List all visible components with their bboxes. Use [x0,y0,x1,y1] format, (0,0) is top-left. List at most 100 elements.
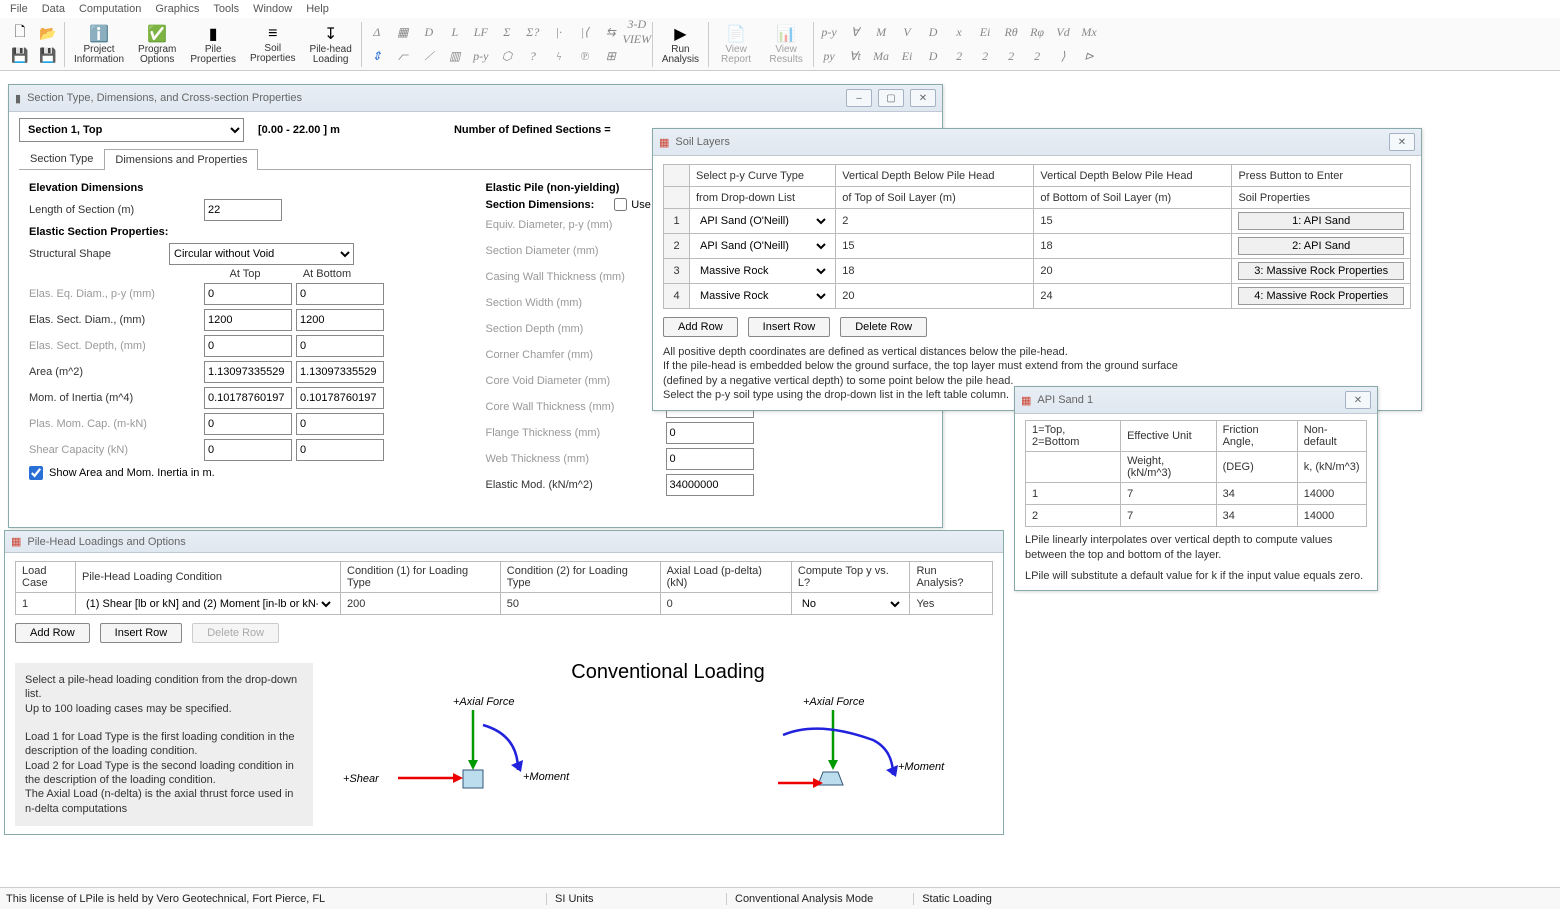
phl-add-row-button[interactable]: Add Row [15,623,90,643]
left-row-6-bot[interactable] [296,439,384,461]
soil-type-select-3[interactable]: Massive Rock [696,289,829,303]
soil-insert-row-button[interactable]: Insert Row [748,317,831,337]
tb-mid-2[interactable]: D [416,20,442,44]
soil-row-0[interactable]: 1 API Sand (O'Neill) 2 15 1: API Sand [664,209,1411,234]
tb-r2-0[interactable]: py [816,44,842,68]
api-row-1[interactable]: 27 3414000 [1026,505,1367,527]
soil-bot-3[interactable]: 24 [1034,284,1232,309]
menu-computation[interactable]: Computation [79,3,141,15]
soil-bot-2[interactable]: 20 [1034,259,1232,284]
minimize-button[interactable]: – [846,89,872,107]
tb-mid-0[interactable]: Δ [364,20,390,44]
tb-mid-4[interactable]: LF [468,20,494,44]
toolbar-big-4[interactable]: ↧ Pile-headLoading [303,20,359,68]
menu-help[interactable]: Help [306,3,329,15]
left-row-0-top[interactable] [204,283,292,305]
graph-icon-8[interactable]: ℗ [572,44,598,68]
menu-file[interactable]: File [10,3,28,15]
show-area-checkbox[interactable] [29,466,43,480]
tb-r1-0[interactable]: p-y [816,20,842,44]
tb-r1-9[interactable]: Vd [1050,20,1076,44]
left-row-4-top[interactable] [204,387,292,409]
api-row-0[interactable]: 17 3414000 [1026,483,1367,505]
phl-delete-row-button[interactable]: Delete Row [192,623,279,643]
tb-r1-2[interactable]: M [868,20,894,44]
left-row-3-top[interactable] [204,361,292,383]
open-file-icon[interactable]: 📂 [38,23,58,43]
toolbar-big-3[interactable]: ≡ SoilProperties [243,20,303,68]
tb-r1-3[interactable]: V [894,20,920,44]
tb-r2-6[interactable]: 2 [972,44,998,68]
close-button[interactable]: ✕ [1389,133,1415,151]
soil-top-1[interactable]: 15 [836,234,1034,259]
soil-type-select-0[interactable]: API Sand (O'Neill) [696,214,829,228]
tb-mid-3[interactable]: L [442,20,468,44]
tb-r1-4[interactable]: D [920,20,946,44]
soil-props-btn-0[interactable]: 1: API Sand [1238,212,1404,230]
right-row-8-value[interactable] [666,422,754,444]
toolbar-big-1[interactable]: ✅ ProgramOptions [131,20,183,68]
left-row-1-top[interactable] [204,309,292,331]
soil-props-btn-3[interactable]: 4: Massive Rock Properties [1238,287,1404,305]
tb-r2-1[interactable]: ∀t [842,44,868,68]
tb-mid-5[interactable]: Σ [494,20,520,44]
soil-top-0[interactable]: 2 [836,209,1034,234]
tb-mid-8[interactable]: |⟨ [572,20,598,44]
soil-row-2[interactable]: 3 Massive Rock 18 20 3: Massive Rock Pro… [664,259,1411,284]
tb-r1-1[interactable]: ∀ [842,20,868,44]
menu-data[interactable]: Data [42,3,65,15]
tb-r2-4[interactable]: D [920,44,946,68]
graph-icon-1[interactable]: ⦧ [390,44,416,68]
phl-cell-run[interactable]: Yes [910,593,993,615]
right-row-10-value[interactable] [666,474,754,496]
graph-icon-5[interactable]: ⬡ [494,44,520,68]
tb-r1-8[interactable]: Rφ [1024,20,1050,44]
left-row-5-top[interactable] [204,413,292,435]
tab-section-type[interactable]: Section Type [19,148,104,169]
soil-bot-1[interactable]: 18 [1034,234,1232,259]
close-button[interactable]: ✕ [1345,391,1371,409]
tb-mid-10[interactable]: 3-D VIEW [624,20,650,44]
tb-r2-8[interactable]: 2 [1024,44,1050,68]
graph-icon-4[interactable]: p-y [468,44,494,68]
graph-icon-9[interactable]: ⊞ [598,44,624,68]
tb-mid-6[interactable]: Σ? [520,20,546,44]
phl-topy-select[interactable]: No [798,597,904,611]
menu-tools[interactable]: Tools [213,3,239,15]
phl-cell-c1[interactable]: 200 [341,593,501,615]
left-row-3-bot[interactable] [296,361,384,383]
soil-type-select-1[interactable]: API Sand (O'Neill) [696,239,829,253]
tab-dimensions-properties[interactable]: Dimensions and Properties [104,149,258,170]
left-row-6-top[interactable] [204,439,292,461]
phl-condition-select[interactable]: (1) Shear [lb or kN] and (2) Moment [in-… [82,597,334,611]
graph-icon-6[interactable]: ? [520,44,546,68]
tb-r1-5[interactable]: x [946,20,972,44]
soil-props-btn-1[interactable]: 2: API Sand [1238,237,1404,255]
soil-row-3[interactable]: 4 Massive Rock 20 24 4: Massive Rock Pro… [664,284,1411,309]
graph-icon-2[interactable]: ⟋ [416,44,442,68]
toggle-icon[interactable]: ⇕ [364,44,390,68]
tb-r2-7[interactable]: 2 [998,44,1024,68]
left-row-1-bot[interactable] [296,309,384,331]
phl-insert-row-button[interactable]: Insert Row [100,623,183,643]
close-button[interactable]: ✕ [910,89,936,107]
soil-add-row-button[interactable]: Add Row [663,317,738,337]
maximize-button[interactable]: ▢ [878,89,904,107]
phl-cell-n[interactable]: 1 [16,593,76,615]
run-analysis-button[interactable]: ▶ Run Analysis [655,20,706,68]
view-report-button[interactable]: 📄 View Report [711,20,761,68]
tb-r1-10[interactable]: Mx [1076,20,1102,44]
tb-mid-1[interactable]: ▦ [390,20,416,44]
left-row-0-bot[interactable] [296,283,384,305]
tb-mid-9[interactable]: ⇆ [598,20,624,44]
tb-r2-5[interactable]: 2 [946,44,972,68]
view-results-button[interactable]: 📊 View Results [761,20,811,68]
menu-window[interactable]: Window [253,3,292,15]
tb-r1-7[interactable]: Rθ [998,20,1024,44]
length-input[interactable] [204,199,282,221]
soil-bot-0[interactable]: 15 [1034,209,1232,234]
soil-top-2[interactable]: 18 [836,259,1034,284]
soil-type-select-2[interactable]: Massive Rock [696,264,829,278]
tb-r2-2[interactable]: Ma [868,44,894,68]
right-row-9-value[interactable] [666,448,754,470]
